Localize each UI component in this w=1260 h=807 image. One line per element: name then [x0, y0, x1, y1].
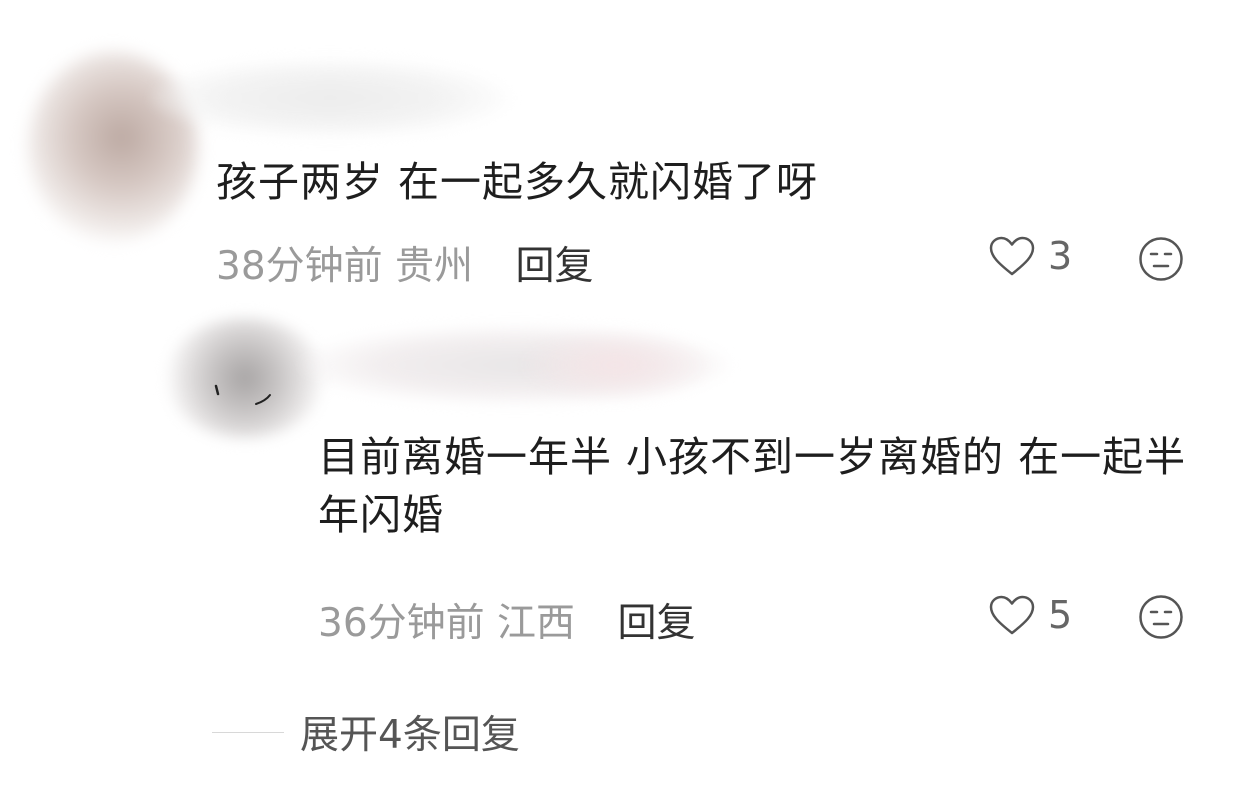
- comment-text: 目前离婚一年半 小孩不到一岁离婚的 在一起半年闪婚: [318, 433, 1187, 539]
- comment-location: 江西: [497, 601, 576, 646]
- avatar[interactable]: [165, 318, 325, 438]
- username-blurred-accent: [520, 330, 710, 400]
- avatar-detail: [214, 384, 271, 405]
- unamused-face-icon[interactable]: [1138, 236, 1184, 282]
- comment-text: 孩子两岁 在一起多久就闪婚了呀: [216, 158, 819, 206]
- like-count: 3: [1048, 234, 1073, 278]
- heart-outline-icon: [989, 595, 1035, 635]
- comment-meta: 36分钟前 江西 回复: [318, 592, 695, 648]
- comment-time: 38分钟前: [216, 244, 383, 289]
- comment-meta: 38分钟前 贵州 回复: [216, 235, 593, 291]
- username-blurred[interactable]: [150, 58, 510, 138]
- expand-replies-button[interactable]: 展开4条回复: [212, 704, 520, 760]
- like-button[interactable]: 5: [988, 593, 1072, 637]
- unamused-face-icon[interactable]: [1138, 594, 1184, 640]
- reply-button[interactable]: 回复: [617, 601, 695, 646]
- reply-button[interactable]: 回复: [515, 244, 593, 289]
- heart-outline-icon: [989, 236, 1035, 276]
- divider-line: [212, 731, 284, 733]
- expand-replies-label: 展开4条回复: [300, 713, 520, 758]
- comment-location: 贵州: [395, 244, 474, 289]
- like-button[interactable]: 3: [988, 234, 1072, 278]
- like-count: 5: [1048, 593, 1073, 637]
- comment-time: 36分钟前: [318, 601, 485, 646]
